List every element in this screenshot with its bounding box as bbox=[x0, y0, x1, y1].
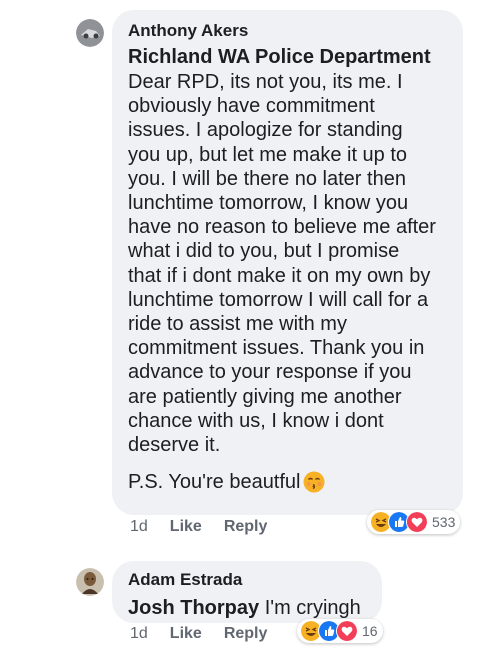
kissing-face-emoji-icon bbox=[303, 471, 325, 493]
tagged-user[interactable]: Josh Thorpay bbox=[128, 597, 259, 619]
reply-button[interactable]: Reply bbox=[224, 625, 268, 643]
comment-ps-text: P.S. You're beautful bbox=[128, 471, 301, 494]
love-icon bbox=[406, 511, 428, 533]
comment-author[interactable]: Adam Estrada bbox=[128, 569, 366, 591]
comment-actions: 1d Like Reply bbox=[130, 625, 267, 643]
like-button[interactable]: Like bbox=[170, 625, 202, 643]
comment-author[interactable]: Anthony Akers bbox=[128, 20, 447, 42]
avatar[interactable] bbox=[76, 568, 104, 596]
comment-bubble: Anthony Akers Richland WA Police Departm… bbox=[112, 10, 463, 515]
comment-text: I'm cryingh bbox=[264, 597, 361, 619]
comment-timestamp[interactable]: 1d bbox=[130, 625, 148, 643]
like-button[interactable]: Like bbox=[170, 518, 202, 536]
reaction-count: 533 bbox=[432, 514, 456, 530]
comment-actions: 1d Like Reply bbox=[130, 518, 267, 536]
reply-button[interactable]: Reply bbox=[224, 518, 268, 536]
tagged-page[interactable]: Richland WA Police Department bbox=[128, 44, 447, 70]
avatar[interactable] bbox=[76, 19, 104, 47]
reaction-summary[interactable]: 16 bbox=[297, 619, 383, 643]
comment-ps-line: P.S. You're beautful bbox=[128, 469, 447, 495]
comment-text-line: Josh Thorpay I'm cryingh bbox=[128, 595, 366, 621]
comment-timestamp[interactable]: 1d bbox=[130, 518, 148, 536]
comment-bubble: Adam Estrada Josh Thorpay I'm cryingh bbox=[112, 561, 382, 623]
reaction-count: 16 bbox=[362, 623, 378, 639]
reaction-summary[interactable]: 533 bbox=[367, 510, 461, 534]
comment-text: Dear RPD, its not you, its me. I obvious… bbox=[128, 71, 436, 457]
love-icon bbox=[336, 620, 358, 642]
